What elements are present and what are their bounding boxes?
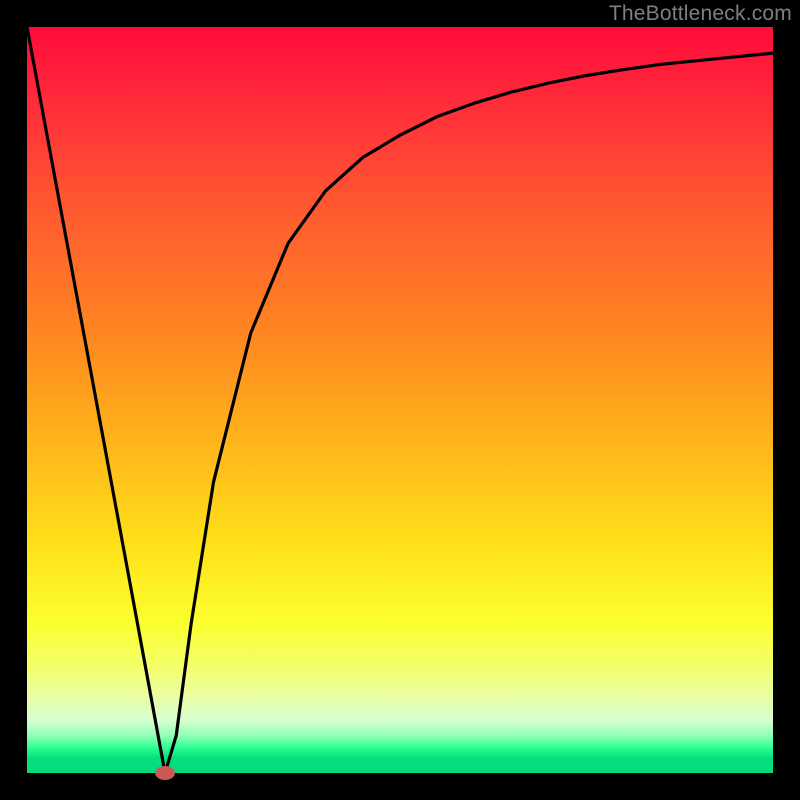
minimum-marker bbox=[155, 766, 175, 780]
watermark-text: TheBottleneck.com bbox=[609, 2, 792, 26]
chart-plot-area bbox=[27, 27, 773, 773]
bottleneck-curve bbox=[27, 27, 773, 773]
